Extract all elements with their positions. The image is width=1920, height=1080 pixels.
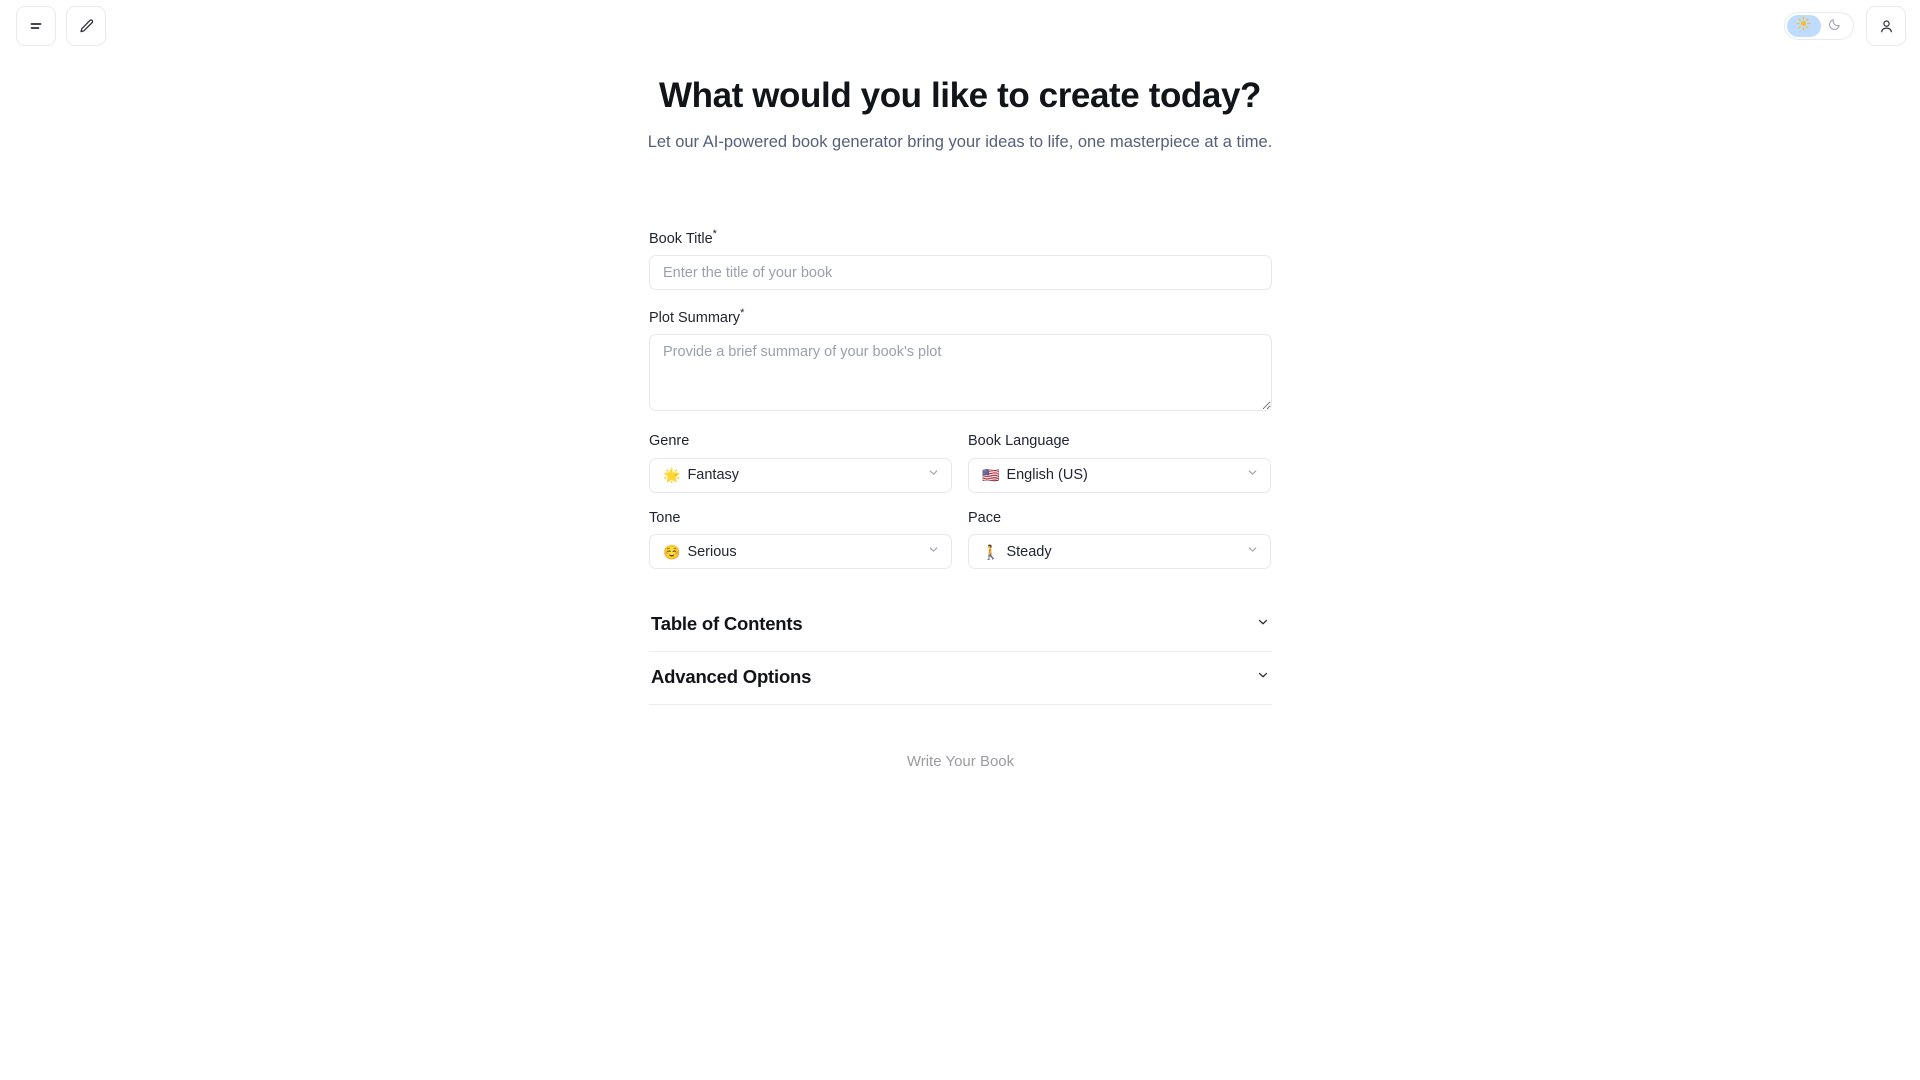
book-title-field: Book Title* bbox=[649, 228, 1272, 291]
genre-select[interactable]: 🌟 Fantasy bbox=[649, 457, 952, 493]
menu-icon bbox=[28, 18, 44, 34]
write-your-book-button[interactable]: Write Your Book bbox=[889, 745, 1032, 778]
page-subtitle: Let our AI-powered book generator bring … bbox=[647, 133, 1273, 151]
book-language-select-value-wrap: 🇺🇸 English (US) bbox=[982, 467, 1246, 483]
tone-label: Tone bbox=[649, 509, 681, 526]
required-marker: * bbox=[740, 307, 745, 320]
moon-icon bbox=[1828, 17, 1842, 36]
plot-summary-field: Plot Summary* bbox=[649, 307, 1272, 416]
chevron-down-icon bbox=[1256, 615, 1270, 634]
chevron-down-icon bbox=[927, 543, 940, 561]
tone-field: Tone ☺️ Serious bbox=[649, 509, 952, 570]
tone-select-value-wrap: ☺️ Serious bbox=[663, 544, 927, 560]
chevron-down-icon bbox=[927, 466, 940, 484]
smiley-emoji-icon: ☺️ bbox=[663, 543, 681, 560]
chevron-down-icon bbox=[1246, 466, 1259, 484]
pace-select-value: Steady bbox=[1006, 543, 1052, 560]
accordion-group: Table of Contents Advanced Options bbox=[649, 599, 1272, 706]
pace-field: Pace 🚶 Steady bbox=[968, 509, 1271, 570]
theme-toggle[interactable] bbox=[1784, 12, 1854, 40]
genre-select-value: Fantasy bbox=[687, 467, 740, 484]
edit-button[interactable] bbox=[66, 6, 106, 46]
topbar-left-group bbox=[16, 6, 106, 46]
plot-summary-label-text: Plot Summary bbox=[649, 310, 741, 327]
submit-row: Write Your Book bbox=[649, 745, 1272, 778]
plot-summary-label: Plot Summary* bbox=[649, 307, 1272, 327]
accordion-title: Advanced Options bbox=[651, 666, 812, 688]
genre-select-value-wrap: 🌟 Fantasy bbox=[663, 467, 927, 483]
top-bar bbox=[0, 0, 1920, 52]
tone-select[interactable]: ☺️ Serious bbox=[649, 534, 952, 570]
tone-select-value: Serious bbox=[687, 543, 737, 560]
sun-icon bbox=[1796, 16, 1811, 36]
genre-emoji-icon: 🌟 bbox=[663, 467, 681, 484]
edit-icon bbox=[78, 18, 95, 35]
page-title: What would you like to create today? bbox=[658, 76, 1262, 115]
genre-language-row: Genre 🌟 Fantasy Book Language 🇺🇸 English… bbox=[649, 433, 1272, 493]
book-creation-form: Book Title* Plot Summary* Genre 🌟 Fantas… bbox=[649, 228, 1272, 778]
theme-dark-option[interactable] bbox=[1819, 14, 1851, 38]
theme-light-option[interactable] bbox=[1787, 14, 1819, 38]
required-marker: * bbox=[712, 228, 717, 240]
accordion-table-of-contents[interactable]: Table of Contents bbox=[649, 599, 1272, 653]
pace-select[interactable]: 🚶 Steady bbox=[968, 534, 1271, 570]
book-language-select-value: English (US) bbox=[1006, 467, 1088, 484]
accordion-advanced-options[interactable]: Advanced Options bbox=[649, 652, 1272, 706]
book-language-select[interactable]: 🇺🇸 English (US) bbox=[968, 457, 1271, 493]
walking-emoji-icon: 🚶 bbox=[982, 543, 1000, 560]
book-title-label: Book Title* bbox=[649, 228, 1272, 248]
chevron-down-icon bbox=[1246, 543, 1259, 561]
topbar-right-group bbox=[1784, 6, 1906, 46]
plot-summary-textarea[interactable] bbox=[649, 334, 1272, 412]
genre-field: Genre 🌟 Fantasy bbox=[649, 433, 952, 493]
book-title-input[interactable] bbox=[649, 255, 1272, 291]
flag-emoji-icon: 🇺🇸 bbox=[982, 467, 1000, 484]
chevron-down-icon bbox=[1256, 668, 1270, 687]
menu-button[interactable] bbox=[16, 6, 56, 46]
genre-label: Genre bbox=[649, 433, 690, 450]
tone-pace-row: Tone ☺️ Serious Pace 🚶 Steady bbox=[649, 509, 1272, 570]
accordion-title: Table of Contents bbox=[651, 613, 803, 635]
pace-label: Pace bbox=[968, 509, 1002, 526]
user-icon bbox=[1878, 18, 1895, 35]
book-language-label: Book Language bbox=[968, 433, 1070, 450]
book-language-field: Book Language 🇺🇸 English (US) bbox=[968, 433, 1271, 493]
book-title-label-text: Book Title bbox=[649, 230, 713, 247]
account-button[interactable] bbox=[1866, 6, 1906, 46]
pace-select-value-wrap: 🚶 Steady bbox=[982, 544, 1246, 560]
